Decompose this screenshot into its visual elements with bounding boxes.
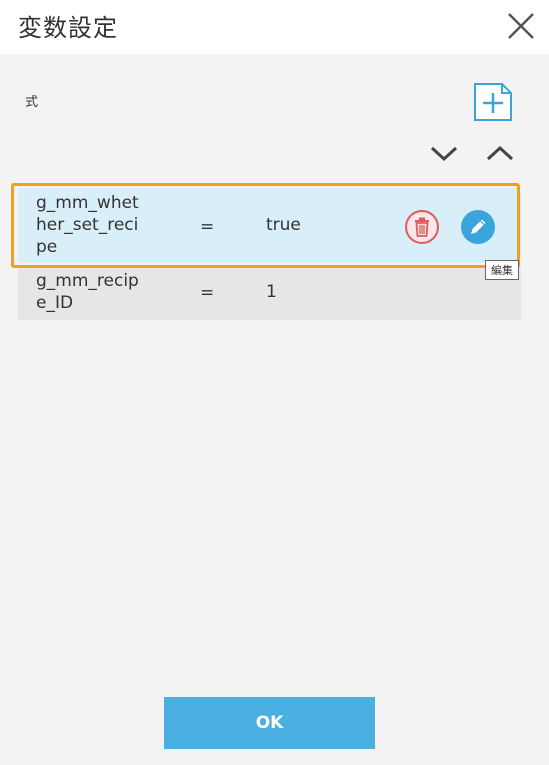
edit-tooltip: 編集: [485, 260, 519, 280]
variable-value: true: [266, 215, 301, 235]
dialog-header: 変数設定: [0, 0, 549, 54]
close-icon[interactable]: [505, 10, 537, 42]
variable-row[interactable]: g_mm_recipe_ID = 1: [18, 266, 521, 320]
ok-button[interactable]: OK: [164, 697, 375, 749]
variable-name: g_mm_whether_set_recipe: [36, 193, 139, 257]
variable-row[interactable]: g_mm_whether_set_recipe = true: [18, 188, 521, 263]
chevron-up-icon[interactable]: [485, 142, 515, 164]
variable-name: g_mm_recipe_ID: [36, 271, 139, 313]
chevron-down-icon[interactable]: [429, 142, 459, 164]
variable-value: 1: [266, 282, 277, 302]
trash-icon[interactable]: [404, 209, 440, 245]
expression-label: 式: [25, 95, 39, 110]
operator: =: [200, 283, 215, 303]
dialog-title: 変数設定: [18, 14, 118, 42]
operator: =: [200, 217, 215, 237]
add-document-icon[interactable]: [472, 82, 514, 122]
pencil-icon[interactable]: [460, 209, 496, 245]
